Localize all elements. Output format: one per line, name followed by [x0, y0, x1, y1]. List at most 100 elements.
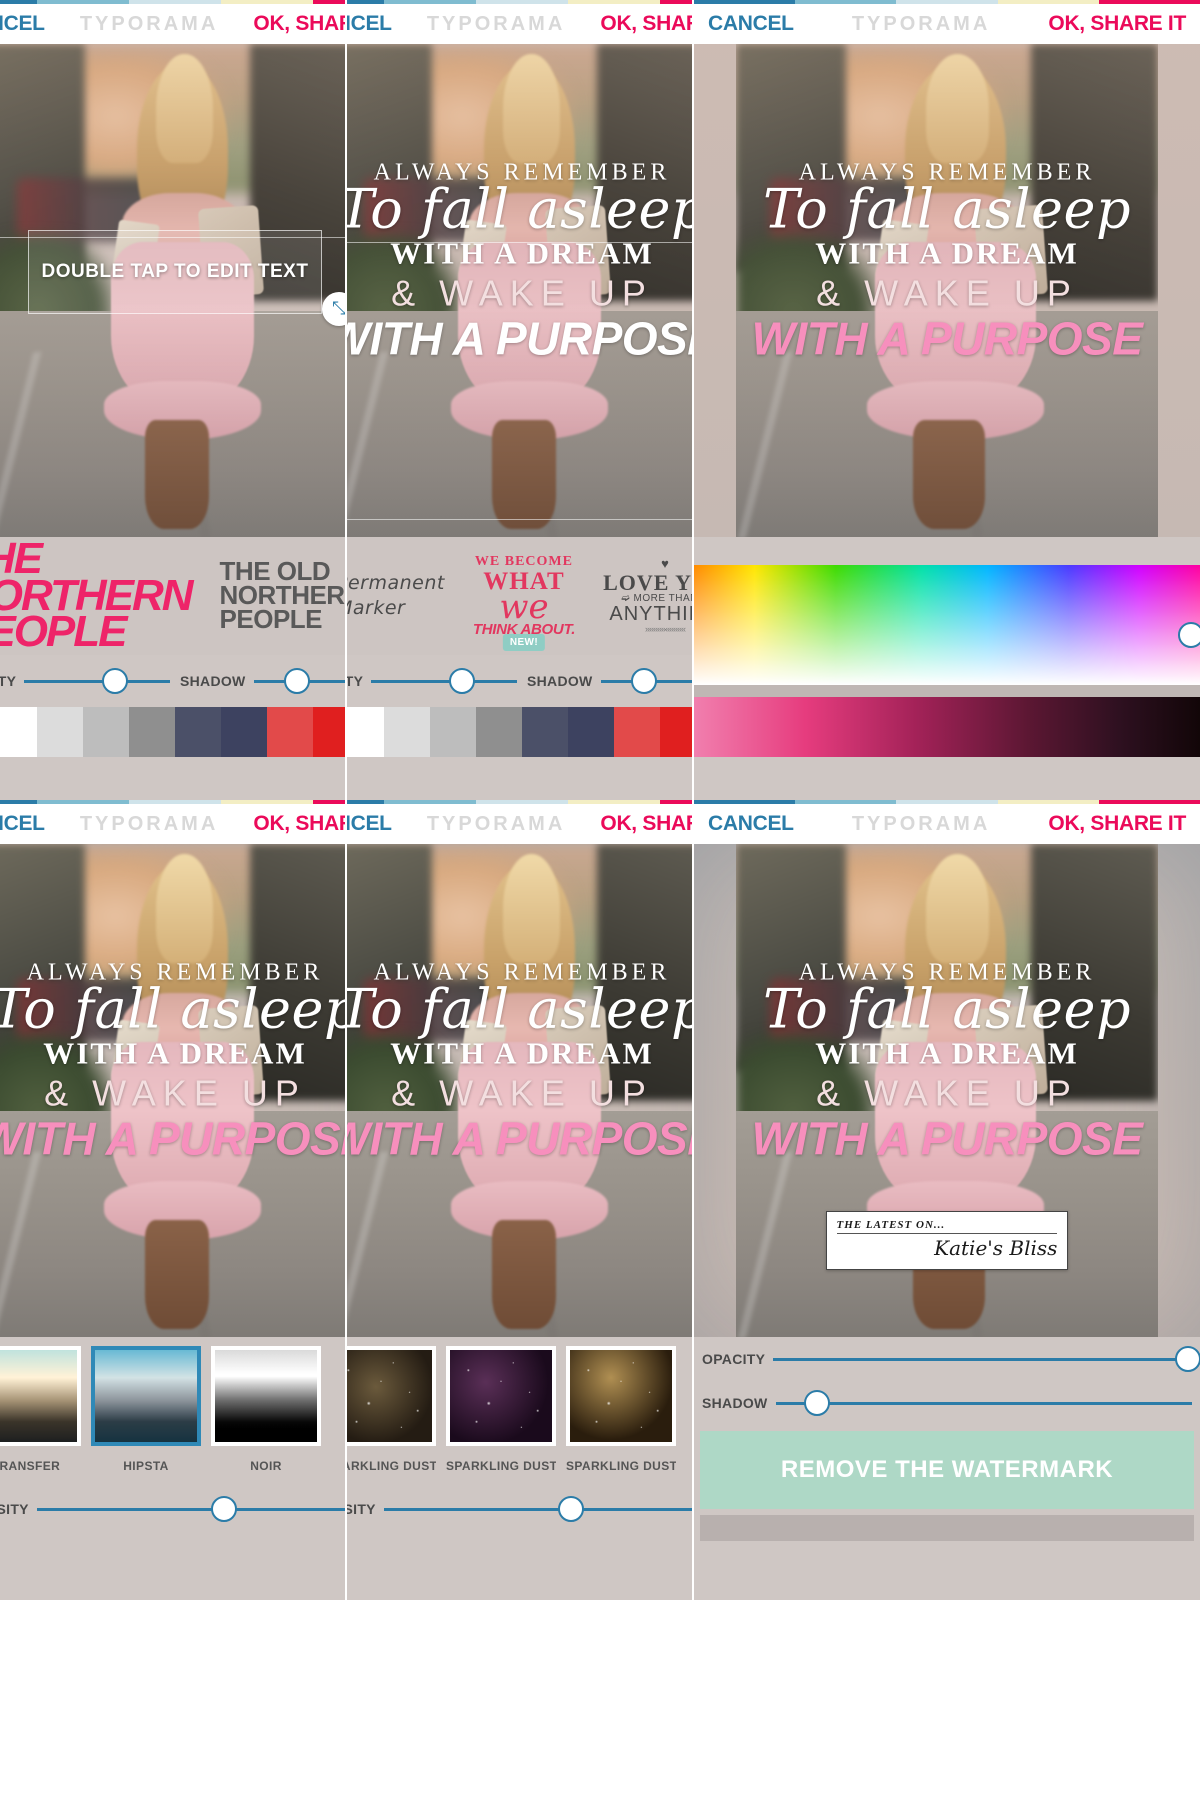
intensity-track[interactable]: [36, 1496, 345, 1522]
color-swatch-row[interactable]: [0, 707, 345, 757]
poster-text-block[interactable]: ALWAYS REMEMBER To fall asleep WITH A DR…: [694, 159, 1200, 364]
shadow-knob[interactable]: [283, 668, 310, 694]
intensity-knob[interactable]: [211, 1496, 238, 1522]
overlay-thumbnail[interactable]: [566, 1346, 676, 1446]
opacity-slider[interactable]: OPACITY: [347, 668, 517, 694]
font-card[interactable]: ♥ LOVE YOU ➫ MORE THAN ⮜ ANYTHING »»»»»«…: [589, 537, 692, 655]
opacity-slider[interactable]: OPACITY: [702, 1346, 1200, 1372]
font-card-line: LOVE YOU: [603, 569, 692, 595]
cancel-button[interactable]: CANCEL: [708, 812, 794, 836]
overlay-label: SPARKLING DUST 4: [446, 1459, 556, 1473]
poster-text-block[interactable]: ALWAYS REMEMBER To fall asleep WITH A DR…: [0, 959, 345, 1164]
font-card[interactable]: THE NORTHERN PEOPLE: [0, 537, 206, 655]
font-card-line: Marker: [347, 597, 406, 619]
text-edit-box[interactable]: DOUBLE TAP TO EDIT TEXT: [27, 229, 323, 314]
poster-text-block[interactable]: ALWAYS REMEMBER To fall asleep WITH A DR…: [347, 159, 692, 364]
overlay-thumbnail[interactable]: [446, 1346, 556, 1446]
cancel-button[interactable]: CANCEL: [708, 12, 794, 36]
font-card[interactable]: Permanent Marker: [347, 537, 459, 655]
font-card[interactable]: THE OLD NORTHERN PEOPLE: [206, 537, 345, 655]
swatch[interactable]: [660, 707, 692, 757]
swatch[interactable]: [568, 707, 614, 757]
color-swatch-row[interactable]: [347, 707, 692, 757]
font-card-line: we: [499, 587, 549, 628]
opacity-slider[interactable]: OPACITY: [0, 668, 170, 694]
filter-thumbnail-selected[interactable]: [91, 1346, 201, 1446]
swatch[interactable]: [522, 707, 568, 757]
share-button[interactable]: OK, SHARE IT: [1048, 12, 1186, 36]
share-button[interactable]: OK, SHARE IT: [600, 812, 692, 836]
screen-2-text-applied: CANCEL TYPORAMA OK, SHARE IT: [347, 0, 694, 800]
photo-canvas[interactable]: DOUBLE TAP TO EDIT TEXT ⤡: [0, 44, 345, 539]
resize-handle-icon[interactable]: ⤡: [322, 291, 345, 326]
color-picker-top-strip: [694, 537, 1200, 565]
status-rainbow-bar: [347, 800, 692, 804]
swatch[interactable]: [614, 707, 660, 757]
shadow-slider[interactable]: SHADOW: [702, 1390, 1192, 1416]
shadow-track[interactable]: [253, 668, 345, 694]
intensity-slider[interactable]: INTENSITY: [347, 1496, 692, 1522]
overlay-thumbnail[interactable]: [347, 1346, 436, 1446]
color-picker-knob[interactable]: [1178, 621, 1200, 648]
share-button[interactable]: OK, SHARE IT: [253, 12, 345, 36]
cancel-button[interactable]: CANCEL: [347, 12, 392, 36]
photo-canvas[interactable]: ALWAYS REMEMBER To fall asleep WITH A DR…: [347, 844, 692, 1339]
swatch[interactable]: [129, 707, 175, 757]
cancel-button[interactable]: CANCEL: [347, 812, 392, 836]
color-brightness-ramp[interactable]: [694, 697, 1200, 757]
share-button[interactable]: OK, SHARE IT: [600, 12, 692, 36]
swatch[interactable]: [476, 707, 522, 757]
opacity-knob[interactable]: [1174, 1346, 1200, 1372]
shadow-slider[interactable]: SHADOW: [180, 668, 345, 694]
shadow-track[interactable]: [775, 1390, 1192, 1416]
poster-line-3: WITH A DREAM: [390, 1036, 654, 1072]
screen-5-overlays: CANCEL TYPORAMA OK, SHARE IT: [347, 800, 694, 1600]
cancel-button[interactable]: CANCEL: [0, 812, 45, 836]
cancel-button[interactable]: CANCEL: [0, 12, 45, 36]
swatch[interactable]: [267, 707, 313, 757]
nav-bar: CANCEL TYPORAMA OK, SHARE IT: [347, 804, 692, 844]
share-button[interactable]: OK, SHARE IT: [253, 812, 345, 836]
shadow-knob[interactable]: [630, 668, 657, 694]
photo-canvas[interactable]: ALWAYS REMEMBER To fall asleep WITH A DR…: [347, 44, 692, 539]
filter-thumbnail[interactable]: [0, 1346, 81, 1446]
photo-canvas[interactable]: ALWAYS REMEMBER To fall asleep WITH A DR…: [694, 44, 1200, 539]
intensity-slider[interactable]: INTENSITY: [0, 1496, 345, 1522]
opacity-track[interactable]: [24, 668, 170, 694]
shadow-track[interactable]: [600, 668, 692, 694]
swatch[interactable]: [313, 707, 345, 757]
filter-thumbnail-strip[interactable]: [0, 1337, 345, 1449]
photo-canvas[interactable]: ALWAYS REMEMBER To fall asleep WITH A DR…: [694, 844, 1200, 1339]
photo-canvas[interactable]: ALWAYS REMEMBER To fall asleep WITH A DR…: [0, 844, 345, 1339]
screen-6-watermark: CANCEL TYPORAMA OK, SHARE IT ALWAYS REME…: [694, 800, 1200, 1600]
poster-text-block[interactable]: ALWAYS REMEMBER To fall asleep WITH A DR…: [694, 959, 1200, 1164]
swatch[interactable]: [221, 707, 267, 757]
shadow-slider[interactable]: SHADOW: [527, 668, 692, 694]
swatch[interactable]: [83, 707, 129, 757]
swatch[interactable]: [175, 707, 221, 757]
swatch[interactable]: [37, 707, 83, 757]
shadow-knob[interactable]: [804, 1390, 831, 1416]
opacity-track[interactable]: [371, 668, 517, 694]
swatch[interactable]: [430, 707, 476, 757]
opacity-knob[interactable]: [448, 668, 475, 694]
font-style-strip[interactable]: Permanent Marker WE BECOME WHAT we THINK…: [347, 537, 692, 655]
share-button[interactable]: OK, SHARE IT: [1048, 812, 1186, 836]
intensity-track[interactable]: [383, 1496, 692, 1522]
nav-bar: CANCEL TYPORAMA OK, SHARE IT: [694, 804, 1200, 844]
overlay-thumbnail-strip[interactable]: [347, 1337, 692, 1449]
color-gradient-field[interactable]: [694, 565, 1200, 685]
opacity-track[interactable]: [773, 1346, 1200, 1372]
font-style-strip[interactable]: THE NORTHERN PEOPLE THE OLD NORTHERN PEO…: [0, 537, 345, 655]
intensity-label: INTENSITY: [0, 1501, 29, 1517]
swatch[interactable]: [347, 707, 384, 757]
watermark-stamp[interactable]: THE LATEST ON... Katie's Bliss: [825, 1210, 1069, 1270]
remove-watermark-button[interactable]: REMOVE THE WATERMARK: [700, 1431, 1194, 1509]
swatch[interactable]: [0, 707, 37, 757]
intensity-knob[interactable]: [558, 1496, 585, 1522]
filter-thumbnail[interactable]: [211, 1346, 321, 1446]
opacity-knob[interactable]: [101, 668, 128, 694]
font-card[interactable]: WE BECOME WHAT we THINK ABOUT. NEW!: [459, 537, 589, 655]
poster-text-block[interactable]: ALWAYS REMEMBER To fall asleep WITH A DR…: [347, 959, 692, 1164]
swatch[interactable]: [384, 707, 430, 757]
